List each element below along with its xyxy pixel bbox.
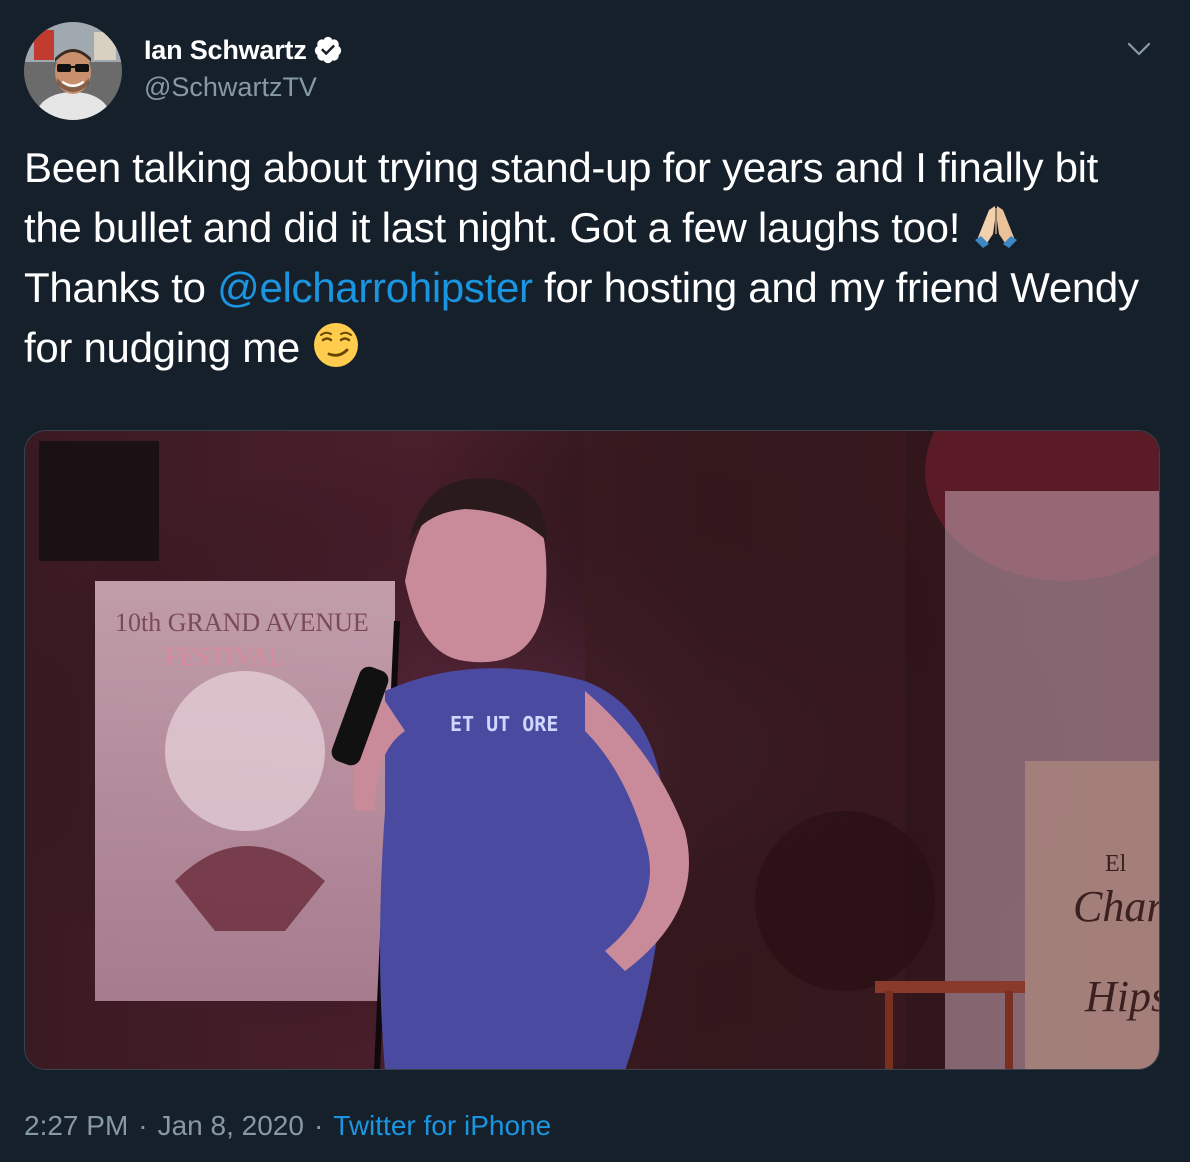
shirt-text: ET UT ORE — [450, 712, 558, 736]
sign-text: El — [1105, 851, 1127, 877]
tweet-card: Ian Schwartz @SchwartzTV Been talking ab… — [0, 0, 1190, 1162]
poster-text: FESTIVAL — [165, 642, 284, 671]
folded-hands-icon — [971, 200, 1021, 250]
verified-badge-icon — [313, 35, 343, 65]
tweet-text-part: Thanks to — [24, 264, 218, 311]
tweet-date[interactable]: Jan 8, 2020 — [158, 1110, 304, 1142]
tweet-photo[interactable]: 10th GRAND AVENUE FESTIVAL El Char Hips — [24, 430, 1160, 1070]
sign-text: Char — [1073, 882, 1160, 931]
poster-text: 10th GRAND AVENUE — [115, 608, 369, 637]
name-row: Ian Schwartz — [144, 30, 343, 70]
mention-link[interactable]: @elcharrohipster — [217, 264, 533, 311]
tweet-text-part: Been talking about trying stand-up for y… — [24, 144, 1099, 251]
user-handle[interactable]: @SchwartzTV — [144, 72, 343, 103]
smirking-face-icon — [311, 320, 361, 370]
sign-text: Hips — [1084, 972, 1160, 1021]
separator: · — [138, 1110, 148, 1141]
chevron-down-icon[interactable] — [1124, 34, 1154, 64]
separator: · — [313, 1110, 324, 1141]
tweet-text: Been talking about trying stand-up for y… — [24, 138, 1164, 378]
tweet-source-link[interactable]: Twitter for iPhone — [333, 1110, 551, 1142]
avatar[interactable] — [24, 22, 122, 120]
tweet-time[interactable]: 2:27 PM — [24, 1110, 128, 1142]
tweet-meta: 2:27 PM · Jan 8, 2020 · Twitter for iPho… — [24, 1110, 551, 1142]
tweet-author: Ian Schwartz @SchwartzTV — [144, 30, 343, 103]
display-name[interactable]: Ian Schwartz — [144, 35, 307, 66]
